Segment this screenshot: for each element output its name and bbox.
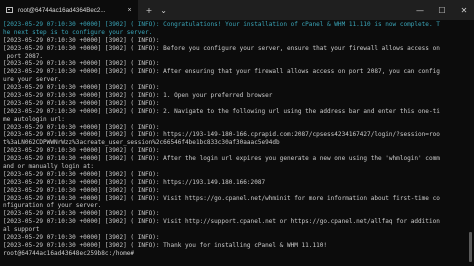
close-window-button[interactable]: ✕: [454, 0, 474, 20]
output-line: [2023-05-29 07:10:30 +0000] [3902] ( INF…: [3, 60, 160, 68]
tab-close-icon[interactable]: ×: [127, 7, 131, 14]
output-line: [2023-05-29 07:10:30 +0000] [3902] ( INF…: [3, 44, 440, 52]
output-line: ure your server.: [3, 76, 62, 84]
output-line: [2023-05-29 07:10:30 +0000] [3902] ( INF…: [3, 36, 160, 44]
scrollbar[interactable]: [469, 22, 473, 262]
new-tab-button[interactable]: +: [146, 6, 153, 15]
output-line: [2023-05-29 07:10:30 +0000] [3902] ( INF…: [3, 21, 440, 28]
output-line: [2023-05-29 07:10:30 +0000] [3902] ( INF…: [3, 68, 440, 76]
output-line: nfiguration of your server.: [3, 202, 102, 210]
output-line: [2023-05-29 07:10:30 +0000] [3902] ( INF…: [3, 92, 273, 100]
output-line: [2023-05-29 07:10:30 +0000] [3902] ( INF…: [3, 84, 160, 92]
output-line: [2023-05-29 07:10:30 +0000] [3902] ( INF…: [3, 186, 160, 194]
output-line: [2023-05-29 07:10:30 +0000] [3902] ( INF…: [3, 123, 160, 131]
output-line: [2023-05-29 07:10:30 +0000] [3902] ( INF…: [3, 234, 160, 242]
output-line: [2023-05-29 07:10:30 +0000] [3902] ( INF…: [3, 194, 440, 202]
terminal-tab[interactable]: root@64744ac16ad4364Bec2... ×: [0, 0, 138, 20]
maximize-button[interactable]: ☐: [432, 0, 452, 20]
tab-dropdown-icon[interactable]: ⌄: [160, 6, 167, 15]
terminal-icon: [6, 7, 13, 13]
output-line: and or manually login at:: [3, 163, 95, 171]
tab-title: root@64744ac16ad4364Bec2...: [18, 6, 106, 14]
scrollbar-thumb[interactable]: [469, 232, 472, 262]
output-line: [2023-05-29 07:10:30 +0000] [3902] ( INF…: [3, 131, 440, 139]
terminal-output[interactable]: [2023-05-29 07:10:30 +0000] [3902] ( INF…: [3, 21, 465, 258]
output-line: port 2087.: [3, 52, 44, 60]
output-line: [2023-05-29 07:10:30 +0000] [3902] ( INF…: [3, 178, 266, 186]
title-bar: root@64744ac16ad4364Bec2... × + ⌄ — ☐ ✕: [0, 0, 474, 20]
output-line: t%3aLN062CDPWWNrWzz%3acreate_user_sessio…: [3, 139, 280, 147]
output-line: [2023-05-29 07:10:30 +0000] [3902] ( INF…: [3, 155, 440, 163]
minimize-button[interactable]: —: [410, 0, 430, 20]
output-line: al support: [3, 226, 40, 234]
terminal-window: root@64744ac16ad4364Bec2... × + ⌄ — ☐ ✕ …: [0, 0, 474, 266]
output-line: [2023-05-29 07:10:30 +0000] [3902] ( INF…: [3, 147, 160, 155]
output-line: he next step is to configure your server…: [3, 28, 153, 36]
output-line: [2023-05-29 07:10:30 +0000] [3902] ( INF…: [3, 241, 328, 249]
output-line: [2023-05-29 07:10:30 +0000] [3902] ( INF…: [3, 218, 440, 226]
shell-prompt[interactable]: root@64744ac16ad43648ec259b8c:/home#: [3, 250, 465, 258]
output-line: me autologin url:: [3, 115, 65, 123]
output-line: [2023-05-29 07:10:30 +0000] [3902] ( INF…: [3, 99, 160, 107]
output-line: [2023-05-29 07:10:30 +0000] [3902] ( INF…: [3, 107, 440, 115]
output-line: [2023-05-29 07:10:30 +0000] [3902] ( INF…: [3, 170, 160, 178]
output-line: [2023-05-29 07:10:30 +0000] [3902] ( INF…: [3, 210, 160, 218]
